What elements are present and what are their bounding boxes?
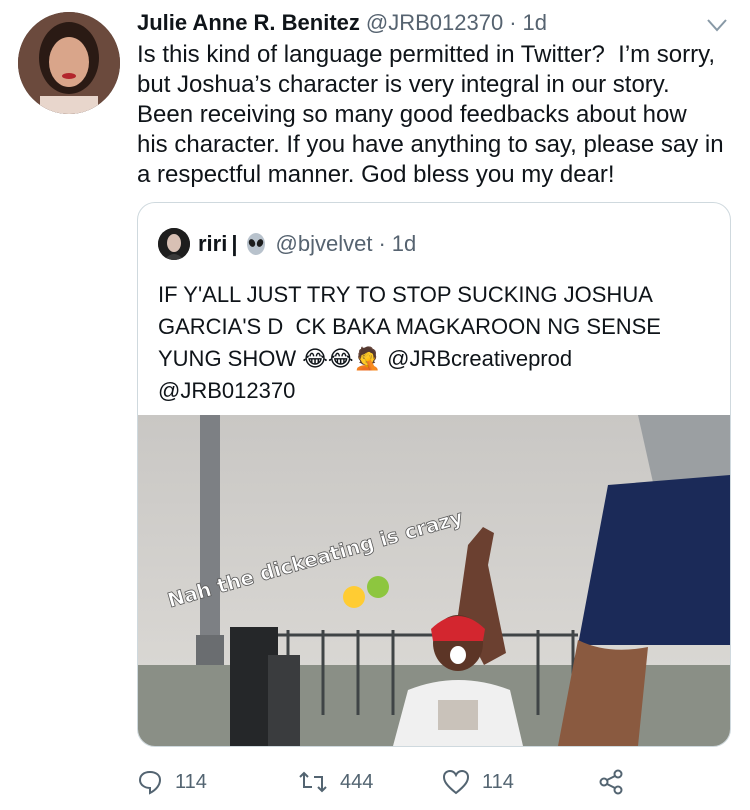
quoted-tweet-header: riri | @bjvelvet · 1d (158, 227, 416, 261)
quoted-tweet[interactable]: riri | @bjvelvet · 1d IF Y'ALL JUST TRY … (137, 202, 731, 747)
quoted-author-avatar[interactable] (158, 228, 190, 260)
reply-icon (138, 770, 162, 795)
quoted-header-separator: · (378, 231, 386, 256)
reply-count: 114 (175, 770, 207, 793)
retweet-count: 444 (340, 770, 374, 793)
tweet-header: Julie Anne R. Benitez @JRB012370 · 1d (137, 8, 730, 38)
quoted-tweet-image[interactable]: Nah the dickeating is crazy (138, 415, 730, 746)
tweet-text: Is this kind of language permitted in Tw… (137, 41, 724, 188)
like-icon (442, 769, 470, 795)
quoted-timestamp[interactable]: 1d (392, 231, 416, 257)
header-separator: · (509, 10, 517, 35)
reply-button[interactable]: 114 (137, 760, 207, 804)
quoted-name-separator: | (231, 231, 238, 256)
author-name[interactable]: Julie Anne R. Benitez (137, 10, 360, 36)
retweet-icon (299, 771, 327, 793)
chevron-down-icon[interactable] (706, 14, 728, 36)
alien-emoji-icon (246, 233, 265, 255)
share-icon (599, 769, 623, 795)
quoted-avatar-image (158, 228, 190, 260)
retweet-button[interactable]: 444 (298, 760, 373, 804)
quoted-tweet-text: IF Y'ALL JUST TRY TO STOP SUCKING JOSHUA… (158, 282, 661, 403)
quoted-author-name[interactable]: riri (198, 231, 227, 257)
tweet-timestamp[interactable]: 1d (523, 10, 547, 36)
author-avatar[interactable] (18, 12, 120, 114)
author-handle[interactable]: @JRB012370 (366, 10, 503, 36)
tweet-action-bar: 114 444 114 (0, 760, 750, 804)
share-button[interactable] (598, 760, 636, 804)
quoted-author-handle[interactable]: @bjvelvet (276, 231, 373, 257)
like-count: 114 (482, 770, 514, 793)
like-button[interactable]: 114 (442, 760, 514, 804)
author-avatar-image (18, 12, 120, 114)
